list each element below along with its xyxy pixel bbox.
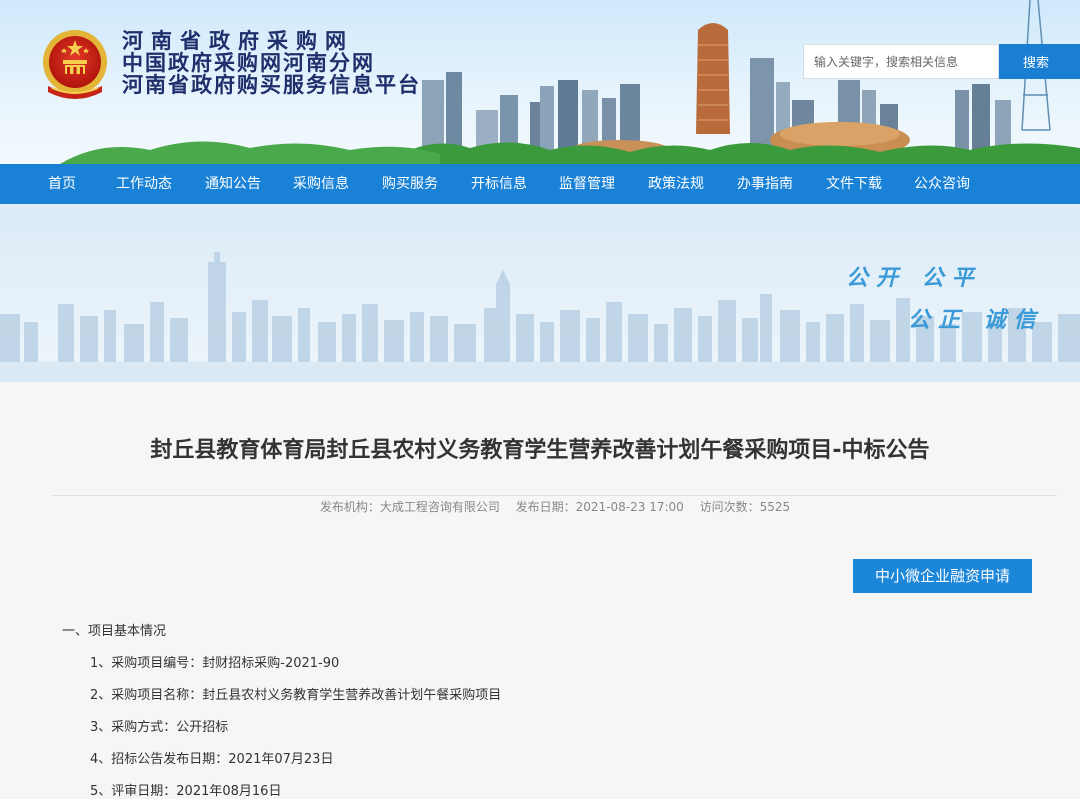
meta-visits: 访问次数：5525 <box>699 500 791 514</box>
site-header: 河南省政府采购网 中国政府采购网河南分网 河南省政府购买服务信息平台 输入关键字… <box>0 0 1080 164</box>
search-bar: 搜索 <box>803 44 1080 79</box>
list-item: 4、招标公告发布日期：2021年07月23日 <box>90 752 334 767</box>
article-title: 封丘县教育体育局封丘县农村义务教育学生营养改善计划午餐采购项目-中标公告 <box>150 438 930 463</box>
list-item: 5、评审日期：2021年08月16日 <box>90 784 282 799</box>
meta-publisher: 发布机构：大成工程咨询有限公司 <box>319 500 500 514</box>
list-item: 3、采购方式：公开招标 <box>90 720 229 735</box>
nav-item-procurement-info[interactable]: 采购信息 <box>293 164 349 204</box>
header-skyline-illustration <box>410 0 1080 164</box>
slogan-line-2: 公正 诚信 <box>908 308 1044 333</box>
slogan-banner: 公开 公平 公正 诚信 <box>0 204 1080 382</box>
search-input[interactable] <box>803 44 999 79</box>
nav-item-notices[interactable]: 通知公告 <box>205 164 261 204</box>
list-item: 1、采购项目编号：封财招标采购-2021-90 <box>90 656 340 671</box>
nav-item-purchase-services[interactable]: 购买服务 <box>382 164 438 204</box>
site-title-block: 河南省政府采购网 中国政府采购网河南分网 河南省政府购买服务信息平台 <box>122 30 421 96</box>
nav-item-supervision[interactable]: 监督管理 <box>559 164 615 204</box>
header-greenery <box>60 141 440 164</box>
nav-item-bid-opening[interactable]: 开标信息 <box>471 164 527 204</box>
title-divider <box>52 495 1057 496</box>
site-title-line-2: 中国政府采购网河南分网 <box>122 51 375 75</box>
nav-item-policies[interactable]: 政策法规 <box>648 164 704 204</box>
section-heading: 一、项目基本情况 <box>62 624 167 639</box>
nav-item-guide[interactable]: 办事指南 <box>737 164 793 204</box>
site-title-line-1: 河南省政府采购网 <box>122 29 354 53</box>
banner-skyline-illustration <box>0 252 1080 382</box>
nav-item-work-news[interactable]: 工作动态 <box>116 164 172 204</box>
article-meta: 发布机构：大成工程咨询有限公司 发布日期：2021-08-23 17:00 访问… <box>0 498 1080 515</box>
article-content: 封丘县教育体育局封丘县农村义务教育学生营养改善计划午餐采购项目-中标公告 发布机… <box>0 382 1080 799</box>
list-item: 2、采购项目名称：封丘县农村义务教育学生营养改善计划午餐采购项目 <box>90 688 502 703</box>
national-emblem-icon <box>43 30 107 99</box>
nav-item-consultation[interactable]: 公众咨询 <box>914 164 970 204</box>
main-nav: 首页 工作动态 通知公告 采购信息 购买服务 开标信息 监督管理 政策法规 办事… <box>0 164 1080 204</box>
nav-item-downloads[interactable]: 文件下载 <box>826 164 882 204</box>
sme-financing-apply-button[interactable]: 中小微企业融资申请 <box>853 559 1032 593</box>
meta-date: 发布日期：2021-08-23 17:00 <box>515 500 684 514</box>
slogan-line-1: 公开 公平 <box>846 266 982 291</box>
search-button[interactable]: 搜索 <box>999 44 1080 79</box>
nav-item-home[interactable]: 首页 <box>48 164 76 204</box>
site-title-line-3: 河南省政府购买服务信息平台 <box>122 73 421 97</box>
